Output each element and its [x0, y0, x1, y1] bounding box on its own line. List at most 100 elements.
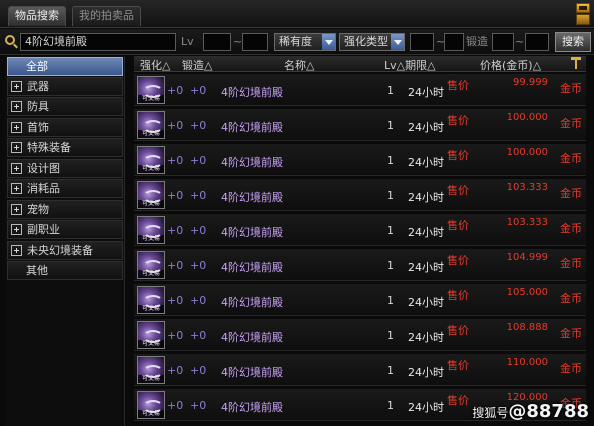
- category-all[interactable]: 全部: [7, 57, 123, 76]
- table-row[interactable]: 可交易 +0 +0 4阶幻境前殿 1 24小时 售价 110.000 金币: [134, 354, 586, 386]
- upgrade-value: +0: [167, 119, 184, 132]
- forge-min-input[interactable]: [492, 33, 514, 51]
- table-row[interactable]: 可交易 +0 +0 4阶幻境前殿 1 24小时 售价 99.999 金币: [134, 74, 586, 106]
- level-value: 1: [387, 189, 394, 202]
- item-name: 4阶幻境前殿: [221, 401, 283, 414]
- currency-label: 金币: [560, 82, 582, 95]
- ticket-item-icon[interactable]: 可交易: [137, 76, 165, 104]
- category-weiyang-equipment[interactable]: 未央幻境装备: [7, 241, 123, 260]
- lv-max-input[interactable]: [242, 33, 268, 51]
- level-value: 1: [387, 329, 394, 342]
- duration-value: 24小时: [408, 86, 444, 99]
- price-value: 103.333: [506, 217, 548, 228]
- close-icon[interactable]: [576, 14, 590, 25]
- category-label: 武器: [27, 80, 49, 93]
- forge-value: +0: [190, 154, 207, 167]
- watermark-prefix: 搜狐号: [472, 406, 509, 420]
- sale-label: 售价: [447, 149, 469, 162]
- category-label: 全部: [26, 60, 48, 73]
- forge-separator: ~: [515, 35, 525, 48]
- expand-icon[interactable]: [11, 163, 22, 174]
- sale-label: 售价: [447, 324, 469, 337]
- category-other[interactable]: 其他: [7, 261, 123, 280]
- expand-icon[interactable]: [11, 101, 22, 112]
- forge-max-input[interactable]: [525, 33, 549, 51]
- sort-forge-header[interactable]: 锻造△: [182, 57, 212, 73]
- ticket-item-icon[interactable]: 可交易: [137, 216, 165, 244]
- currency-label: 金币: [560, 327, 582, 340]
- ticket-item-icon[interactable]: 可交易: [137, 146, 165, 174]
- search-keyword-input[interactable]: 4阶幻境前殿: [20, 33, 176, 51]
- table-row[interactable]: 可交易 +0 +0 4阶幻境前殿 1 24小时 售价 108.888 金币: [134, 319, 586, 351]
- category-special-equipment[interactable]: 特殊装备: [7, 138, 123, 157]
- expand-icon[interactable]: [11, 204, 22, 215]
- tradable-label: 可交易: [138, 130, 164, 138]
- sale-label: 售价: [447, 219, 469, 232]
- currency-label: 金币: [560, 187, 582, 200]
- tradable-label: 可交易: [138, 235, 164, 243]
- pin-icon[interactable]: [570, 56, 582, 70]
- sort-price-header[interactable]: 价格(金币)△: [480, 57, 541, 73]
- ticket-item-icon[interactable]: 可交易: [137, 356, 165, 384]
- price-value: 104.999: [506, 252, 548, 263]
- ticket-item-icon[interactable]: 可交易: [137, 251, 165, 279]
- sort-lv-period-header[interactable]: Lv△期限△: [384, 57, 436, 73]
- table-row[interactable]: 可交易 +0 +0 4阶幻境前殿 1 24小时 售价 103.333 金币: [134, 179, 586, 211]
- ticket-item-icon[interactable]: 可交易: [137, 286, 165, 314]
- lv-separator: ~: [233, 35, 243, 48]
- rarity-select[interactable]: 稀有度: [274, 33, 336, 51]
- expand-icon[interactable]: [11, 122, 22, 133]
- search-button[interactable]: 搜索: [555, 32, 591, 52]
- category-weapons[interactable]: 武器: [7, 77, 123, 96]
- price-value: 100.000: [506, 147, 548, 158]
- sort-upgrade-header[interactable]: 强化△: [140, 57, 170, 73]
- item-name: 4阶幻境前殿: [221, 86, 283, 99]
- table-row[interactable]: 可交易 +0 +0 4阶幻境前殿 1 24小时 售价 100.000 金币: [134, 109, 586, 141]
- table-row[interactable]: 可交易 +0 +0 4阶幻境前殿 1 24小时 售价 105.000 金币: [134, 284, 586, 316]
- expand-icon[interactable]: [11, 142, 22, 153]
- category-label: 防具: [27, 100, 49, 113]
- forge-value: +0: [190, 84, 207, 97]
- table-row[interactable]: 可交易 +0 +0 4阶幻境前殿 1 24小时 售价 103.333 金币: [134, 214, 586, 246]
- expand-icon[interactable]: [11, 224, 22, 235]
- sale-label: 售价: [447, 114, 469, 127]
- ticket-item-icon[interactable]: 可交易: [137, 391, 165, 419]
- category-pets[interactable]: 宠物: [7, 200, 123, 219]
- expand-icon[interactable]: [11, 245, 22, 256]
- item-name: 4阶幻境前殿: [221, 121, 283, 134]
- expand-icon[interactable]: [11, 183, 22, 194]
- upgrade-value: +0: [167, 224, 184, 237]
- tab-item-search[interactable]: 物品搜索: [8, 6, 66, 26]
- category-consumables[interactable]: 消耗品: [7, 179, 123, 198]
- category-label: 消耗品: [27, 182, 60, 195]
- category-blueprints[interactable]: 设计图: [7, 159, 123, 178]
- ticket-item-icon[interactable]: 可交易: [137, 181, 165, 209]
- category-label: 其他: [26, 264, 48, 277]
- level-value: 1: [387, 364, 394, 377]
- lv-min-input[interactable]: [203, 33, 231, 51]
- expand-icon[interactable]: [11, 81, 22, 92]
- category-armor[interactable]: 防具: [7, 97, 123, 116]
- ticket-item-icon[interactable]: 可交易: [137, 321, 165, 349]
- upgrade-max-input[interactable]: [444, 33, 464, 51]
- level-value: 1: [387, 84, 394, 97]
- duration-value: 24小时: [408, 296, 444, 309]
- category-label: 宠物: [27, 203, 49, 216]
- table-row[interactable]: 可交易 +0 +0 4阶幻境前殿 1 24小时 售价 104.999 金币: [134, 249, 586, 281]
- currency-label: 金币: [560, 152, 582, 165]
- results-header: 强化△ 锻造△ 名称△ Lv△期限△ 价格(金币)△: [134, 56, 586, 72]
- sort-name-header[interactable]: 名称△: [284, 57, 314, 73]
- currency-label: 金币: [560, 292, 582, 305]
- chevron-down-icon[interactable]: [322, 34, 335, 50]
- item-name: 4阶幻境前殿: [221, 331, 283, 344]
- chevron-down-icon[interactable]: [391, 34, 404, 50]
- category-jewelry[interactable]: 首饰: [7, 118, 123, 137]
- table-row[interactable]: 可交易 +0 +0 4阶幻境前殿 1 24小时 售价 100.000 金币: [134, 144, 586, 176]
- forge-label: 锻造: [466, 35, 488, 48]
- category-sub-profession[interactable]: 副职业: [7, 220, 123, 239]
- upgrade-min-input[interactable]: [410, 33, 434, 51]
- upgrade-type-select[interactable]: 强化类型: [339, 33, 405, 51]
- ticket-item-icon[interactable]: 可交易: [137, 111, 165, 139]
- tab-my-auctions[interactable]: 我的拍卖品: [72, 6, 141, 26]
- minimize-icon[interactable]: [576, 3, 590, 13]
